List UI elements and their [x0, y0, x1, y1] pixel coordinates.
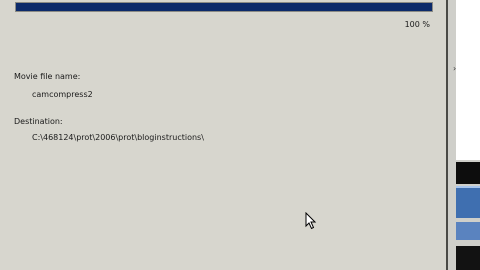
progress-dialog: 100 % Movie file name: camcompress2 Dest…	[0, 0, 446, 270]
background-window-edge: ›	[446, 0, 480, 270]
background-bar	[456, 222, 480, 240]
progress-fill	[16, 3, 432, 11]
mouse-pointer-icon	[305, 212, 317, 230]
background-taskbar	[456, 246, 480, 270]
progress-bar	[15, 2, 433, 12]
movie-file-name-label: Movie file name:	[14, 72, 81, 81]
background-panel	[456, 0, 480, 160]
chevron-right-icon: ›	[453, 64, 457, 73]
background-toolbar	[456, 162, 480, 184]
progress-percent: 100 %	[404, 20, 430, 29]
destination-label: Destination:	[14, 117, 63, 126]
background-tab	[456, 186, 480, 218]
destination-value: C:\468124\prot\2006\prot\bloginstruction…	[32, 133, 204, 142]
movie-file-name-value: camcompress2	[32, 90, 93, 99]
